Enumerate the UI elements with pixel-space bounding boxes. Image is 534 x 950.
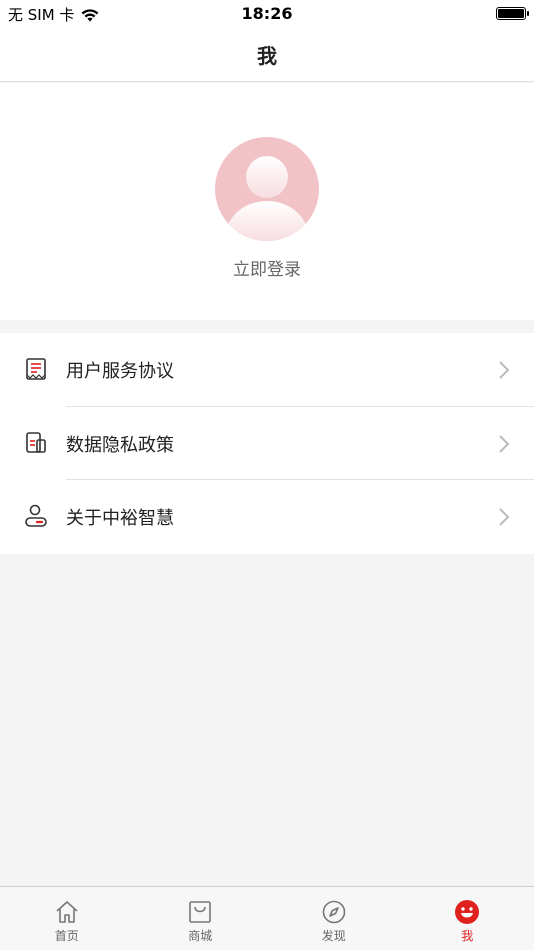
tab-home[interactable]: 首页 <box>0 887 134 950</box>
default-avatar-icon <box>223 156 311 241</box>
tab-me[interactable]: 我 <box>401 887 534 950</box>
avatar[interactable] <box>215 137 319 241</box>
chevron-right-icon <box>499 361 510 379</box>
page-title: 我 <box>257 44 277 68</box>
privacy-doc-icon <box>26 431 46 453</box>
shopping-bag-icon <box>189 901 212 923</box>
battery-icon <box>496 7 529 20</box>
person-info-icon <box>25 504 47 527</box>
menu-item-label: 数据隐私政策 <box>66 434 174 456</box>
tab-label: 商城 <box>188 929 213 943</box>
tab-label: 发现 <box>321 929 346 943</box>
tab-label: 首页 <box>54 929 79 943</box>
tab-discover[interactable]: 发现 <box>267 887 401 950</box>
chevron-right-icon <box>499 508 510 526</box>
menu-item-label: 用户服务协议 <box>66 361 174 382</box>
home-icon <box>56 901 78 923</box>
menu-item-user-agreement[interactable]: 用户服务协议 <box>0 333 534 407</box>
nav-bar: 我 <box>0 28 534 82</box>
tab-bar: 首页 商城 发现 我 <box>0 886 534 950</box>
document-list-icon <box>26 358 46 380</box>
menu-item-about[interactable]: 关于中裕智慧 <box>0 480 534 554</box>
smiley-icon <box>455 900 480 924</box>
settings-menu: 用户服务协议 数据隐私政策 关于中裕智慧 <box>0 333 534 554</box>
status-bar: 无 SIM 卡 18:26 <box>0 0 534 28</box>
chevron-right-icon <box>499 434 510 453</box>
login-link[interactable]: 立即登录 <box>0 255 534 280</box>
tab-label: 我 <box>461 929 474 943</box>
compass-icon <box>322 900 346 924</box>
menu-item-privacy-policy[interactable]: 数据隐私政策 <box>0 407 534 480</box>
status-time: 18:26 <box>241 4 293 23</box>
profile-section: 立即登录 <box>0 83 534 320</box>
tab-mall[interactable]: 商城 <box>134 887 268 950</box>
menu-item-label: 关于中裕智慧 <box>66 508 174 529</box>
